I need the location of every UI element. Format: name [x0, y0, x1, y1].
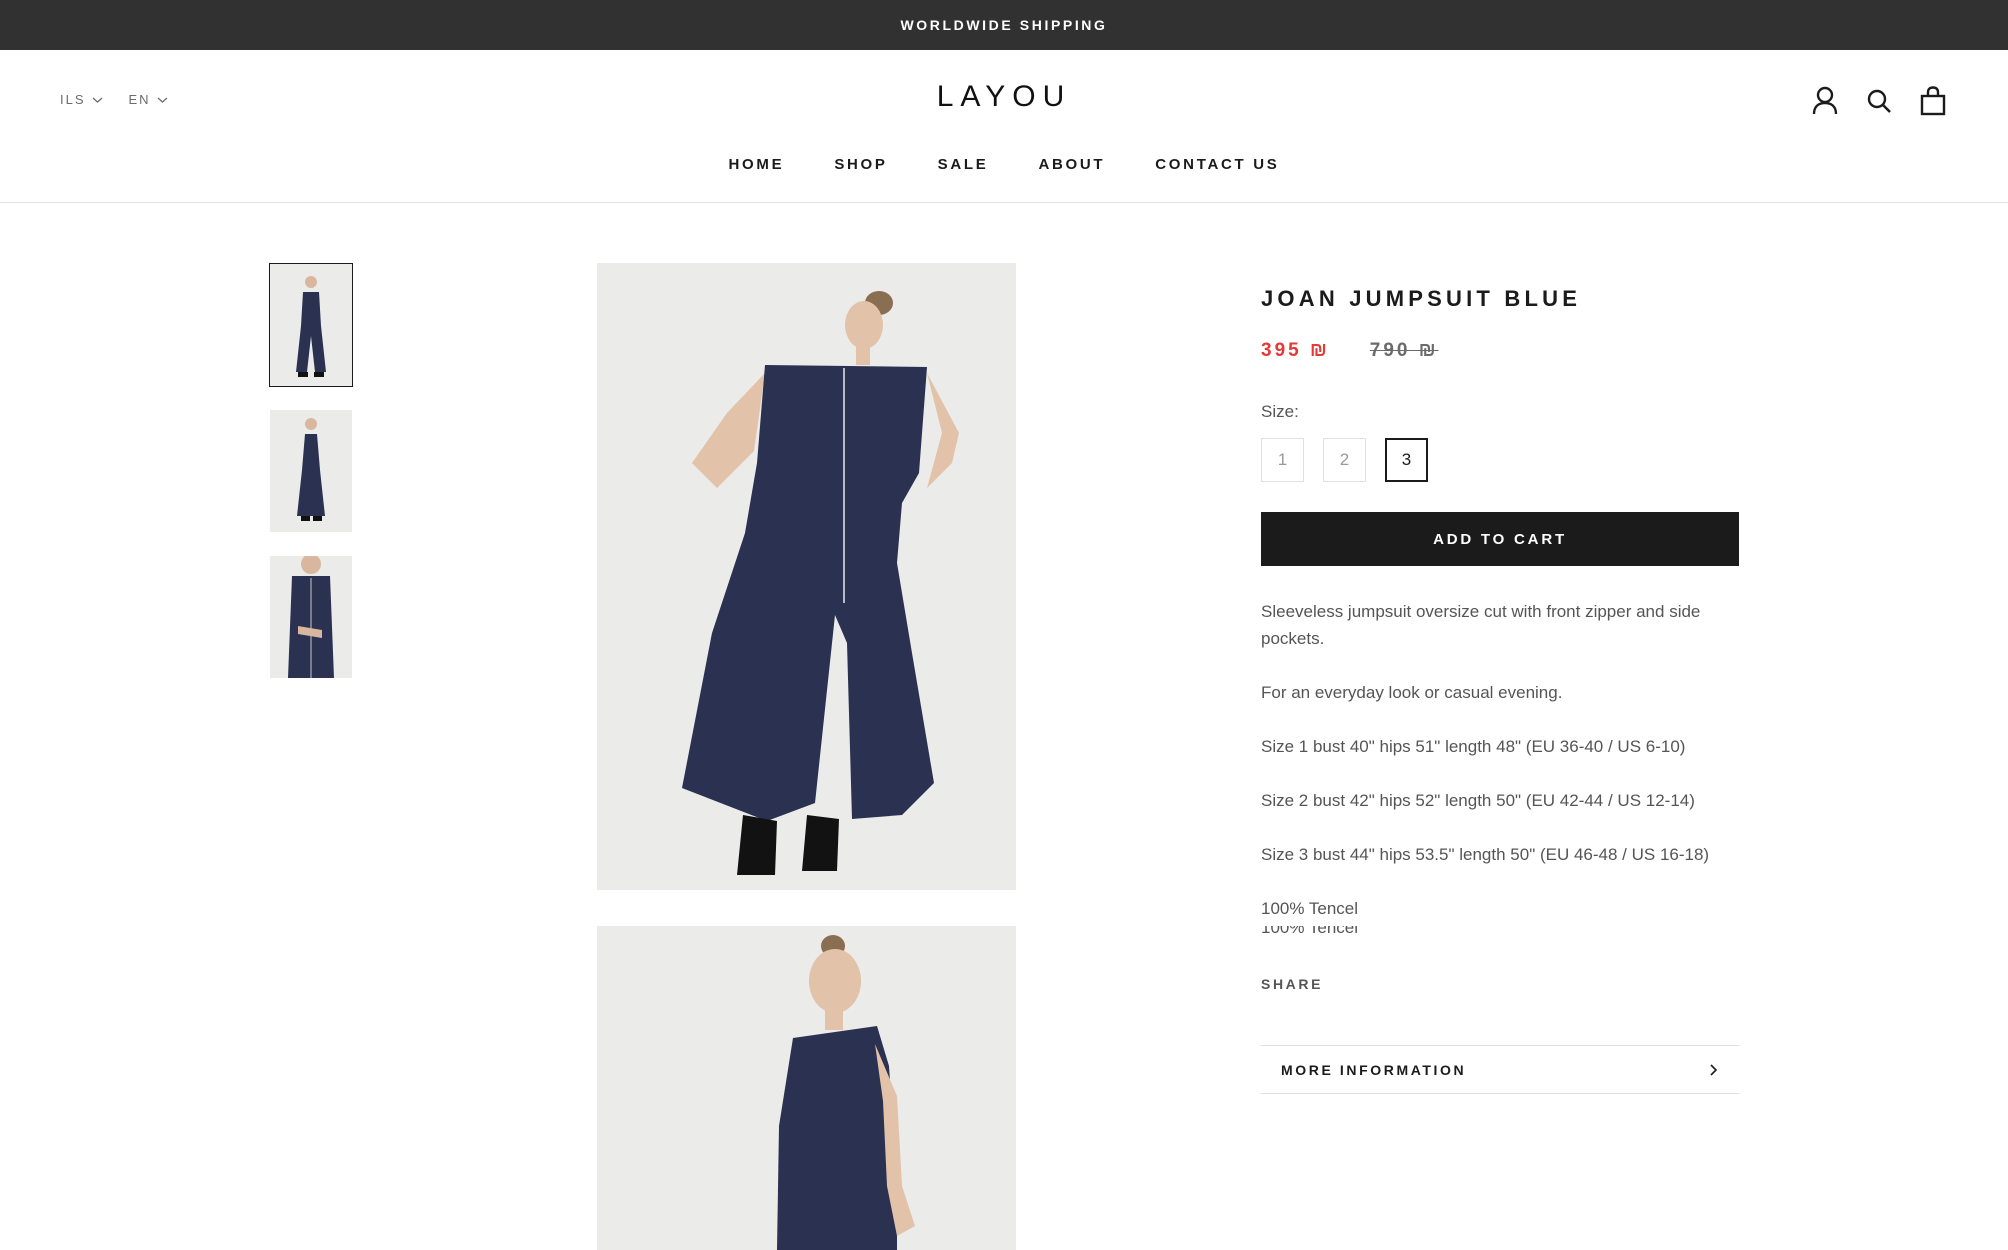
- description-line: For an everyday look or casual evening.: [1261, 683, 1563, 702]
- original-price: 790 ₪: [1369, 340, 1439, 361]
- description-line: 100% Tencel: [1261, 899, 1359, 918]
- announcement-bar: WORLDWIDE SHIPPING: [0, 0, 2008, 50]
- share-link[interactable]: SHARE: [1261, 976, 1323, 992]
- jumpsuit-back-photo: [597, 926, 1016, 1250]
- price-row: 395 ₪ 790 ₪: [1261, 340, 1739, 362]
- nav-item-about[interactable]: ABOUT: [1038, 156, 1105, 173]
- size-option-2[interactable]: 2: [1323, 438, 1366, 482]
- announcement-text: WORLDWIDE SHIPPING: [900, 17, 1108, 33]
- size-option-1[interactable]: 1: [1261, 438, 1304, 482]
- clipped-text: 100% Tencel: [1261, 926, 1359, 937]
- product-thumbnail-side[interactable]: [270, 410, 352, 532]
- account-icon[interactable]: [1810, 84, 1840, 118]
- nav-item-contact[interactable]: CONTACT US: [1155, 156, 1279, 173]
- product-second-image[interactable]: [597, 926, 1016, 1250]
- size-options: 1 2 3: [1261, 438, 1739, 482]
- description-line: Size 2 bust 42" hips 52" length 50" (EU …: [1261, 791, 1695, 810]
- nav-item-home[interactable]: HOME: [729, 156, 785, 173]
- jumpsuit-side-image: [270, 410, 352, 532]
- more-information-label: MORE INFORMATION: [1281, 1061, 1467, 1078]
- sale-price: 395 ₪: [1261, 340, 1330, 361]
- jumpsuit-front-photo: [597, 263, 1016, 890]
- description-line: Size 1 bust 40" hips 51" length 48" (EU …: [1261, 737, 1686, 756]
- product-info: JOAN JUMPSUIT BLUE 395 ₪ 790 ₪ Size: 1 2…: [1261, 286, 1739, 1094]
- cart-icon[interactable]: [1918, 84, 1948, 118]
- product-title: JOAN JUMPSUIT BLUE: [1261, 286, 1582, 311]
- product-description: Sleeveless jumpsuit oversize cut with fr…: [1261, 598, 1739, 922]
- header-icons: [1810, 84, 1948, 118]
- product-thumbnail-detail[interactable]: [270, 556, 352, 678]
- size-label: Size:: [1261, 402, 1299, 421]
- clipped-description-text: 100% Tencel: [1261, 926, 1358, 938]
- product-main-image[interactable]: [597, 263, 1016, 890]
- add-to-cart-button[interactable]: ADD TO CART: [1261, 512, 1739, 566]
- nav-item-sale[interactable]: SALE: [938, 156, 989, 173]
- nav-item-shop[interactable]: SHOP: [834, 156, 887, 173]
- description-line: Sleeveless jumpsuit oversize cut with fr…: [1261, 602, 1701, 648]
- main-nav: HOME SHOP SALE ABOUT CONTACT US: [0, 156, 2008, 173]
- product-thumbnail-front[interactable]: [269, 263, 353, 387]
- more-information-toggle[interactable]: MORE INFORMATION: [1261, 1045, 1739, 1094]
- jumpsuit-front-image: [270, 264, 352, 386]
- logo[interactable]: LAYOU: [0, 80, 2008, 114]
- search-icon[interactable]: [1864, 84, 1894, 118]
- chevron-right-icon: [1710, 1063, 1718, 1076]
- size-option-3[interactable]: 3: [1385, 438, 1428, 482]
- jumpsuit-detail-image: [270, 556, 352, 678]
- description-line: Size 3 bust 44" hips 53.5" length 50" (E…: [1261, 845, 1710, 864]
- site-header: ILS EN LAYOU HOME SHOP SALE ABOUT CONTAC…: [0, 50, 2008, 203]
